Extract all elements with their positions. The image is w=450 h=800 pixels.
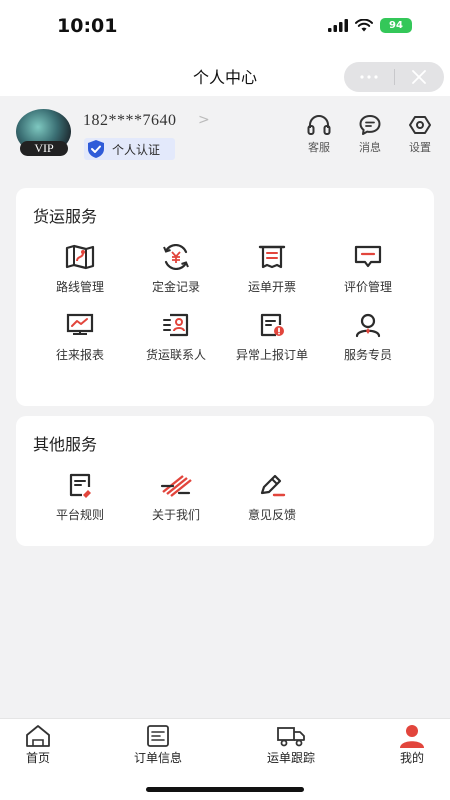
tab-label-tracking: 运单跟踪 [266,751,315,765]
deposit-records-item[interactable]: 定金记录 [128,244,224,295]
tab-home[interactable]: 首页 [0,724,83,766]
route-map-icon [65,244,95,270]
feedback-item[interactable]: 意见反馈 [224,472,320,523]
wifi-icon [355,19,373,32]
mini-program-capsule [344,62,444,92]
freight-item-label: 往来报表 [55,348,104,362]
headset-icon [307,115,331,135]
freight-services-title: 货运服务 [33,207,98,226]
about-stripes-icon [160,475,192,497]
status-bar: 10:01 94 [0,0,450,56]
report-chart-icon [66,313,94,335]
deposit-yuan-icon [163,244,189,270]
status-icons: 94 [328,18,412,33]
freight-services-card: 货运服务 路线管理 定金记录 运单开票 评价管理 往来报表 货运联系人 异常上报… [16,188,434,406]
certification-badge[interactable]: 个人认证 [84,138,175,160]
freight-item-label: 定金记录 [151,280,200,294]
battery-indicator: 94 [380,18,412,33]
service-agent-icon [355,313,381,338]
status-time: 10:01 [57,15,118,37]
shield-check-icon [88,140,104,158]
exception-report-item[interactable]: 异常上报订单 [224,312,320,363]
freight-item-label: 评价管理 [343,280,392,294]
vip-badge: VIP [20,141,68,156]
about-us-item[interactable]: 关于我们 [128,472,224,523]
review-management-item[interactable]: 评价管理 [320,244,416,295]
contact-card-icon [163,313,189,337]
home-icon [26,725,50,747]
certification-label: 个人认证 [112,142,161,157]
customer-service-button[interactable]: 客服 [299,114,339,155]
tab-label-mine: 我的 [399,751,424,765]
tab-waybill-tracking[interactable]: 运单跟踪 [246,724,336,766]
other-item-label: 意见反馈 [247,508,296,522]
tool-label-messages: 消息 [359,141,381,154]
battery-level: 94 [389,20,403,31]
messages-button[interactable]: 消息 [350,114,390,155]
tab-label-orders: 订单信息 [133,751,182,765]
freight-item-label: 货运联系人 [145,348,206,362]
freight-item-label: 异常上报订单 [235,348,308,362]
order-info-icon [147,725,169,747]
home-indicator [146,787,304,792]
close-button[interactable] [395,62,445,92]
freight-contacts-item[interactable]: 货运联系人 [128,312,224,363]
tab-mine[interactable]: 我的 [367,724,450,766]
rules-document-icon [69,473,91,498]
other-item-label: 关于我们 [151,508,200,522]
platform-rules-item[interactable]: 平台规则 [32,472,128,523]
route-management-item[interactable]: 路线管理 [32,244,128,295]
profile-arrow[interactable]: > [198,112,210,128]
review-comment-icon [354,245,382,268]
person-icon [400,725,424,748]
nav-bar: 个人中心 [0,56,450,96]
signal-icon [328,19,348,32]
more-dots-icon [360,75,378,79]
close-icon [412,70,427,84]
phone-number[interactable]: 182****7640 [83,112,177,130]
tab-order-info[interactable]: 订单信息 [113,724,203,766]
other-services-card: 其他服务 平台规则 关于我们 意见反馈 [16,416,434,546]
other-item-label: 平台规则 [55,508,104,522]
exception-report-icon [260,313,284,337]
freight-item-label: 服务专员 [343,348,392,362]
invoice-printer-icon [258,245,286,269]
freight-item-label: 运单开票 [247,280,296,294]
settings-icon [409,116,431,134]
settings-button[interactable]: 设置 [400,114,440,155]
tab-label-home: 首页 [25,751,50,765]
service-agent-item[interactable]: 服务专员 [320,312,416,363]
waybill-invoice-item[interactable]: 运单开票 [224,244,320,295]
other-services-title: 其他服务 [33,435,98,454]
feedback-pen-icon [260,474,286,497]
profile-header: VIP 182****7640 > 个人认证 客服 消息 设置 [0,96,450,176]
transaction-report-item[interactable]: 往来报表 [32,312,128,363]
more-button[interactable] [344,62,394,92]
tool-label-settings: 设置 [409,141,431,154]
freight-item-label: 路线管理 [55,280,104,294]
tool-label-service: 客服 [308,141,330,154]
truck-icon [277,727,305,747]
message-icon [359,115,381,135]
